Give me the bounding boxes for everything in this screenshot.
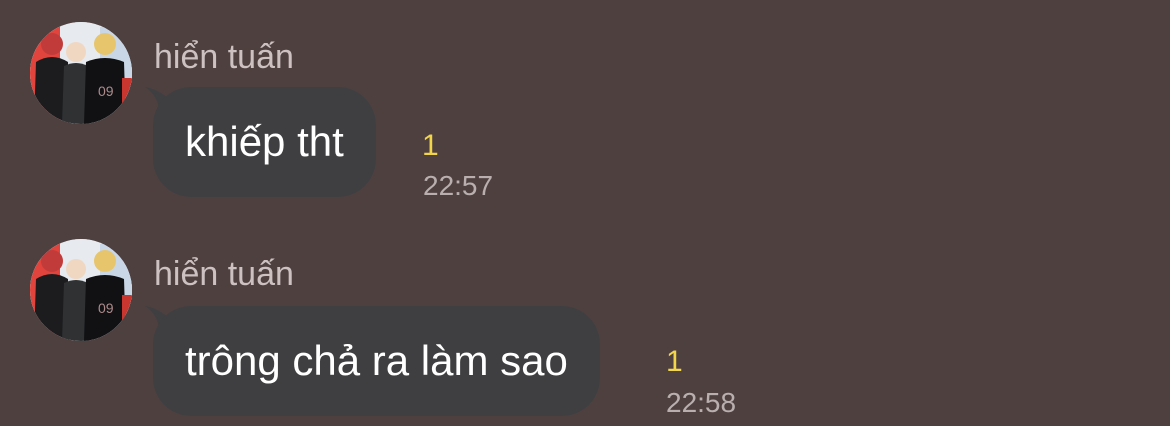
message-time: 22:58	[666, 387, 737, 418]
profile-photo-icon: 09	[30, 239, 132, 341]
message-bubble[interactable]: trông chả ra làm sao	[153, 306, 600, 416]
svg-text:09: 09	[98, 300, 114, 316]
sender-avatar[interactable]: 09	[30, 239, 132, 341]
sender-name: hiển tuấn	[154, 255, 294, 293]
unread-count: 1	[666, 345, 683, 378]
chat-message: 09 hiển tuấn trông chả ra làm sao 1 22:5…	[0, 0, 1170, 426]
